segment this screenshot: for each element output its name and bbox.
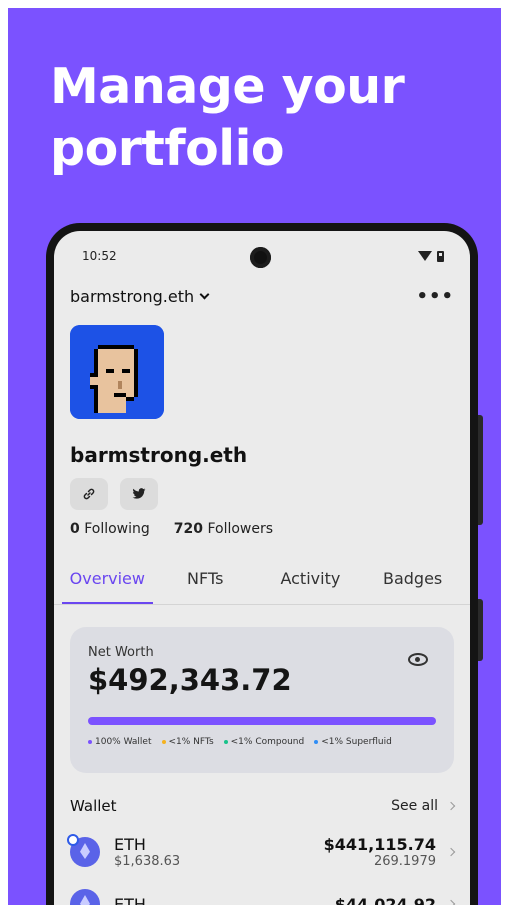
eye-icon[interactable]	[408, 653, 428, 666]
legend-compound: <1% Compound	[223, 737, 305, 747]
allocation-legend: 100% Wallet <1% NFTs <1% Compound <1% Su…	[88, 737, 446, 747]
profile-tabs: Overview NFTs Activity Badges	[54, 559, 470, 605]
status-icons	[418, 250, 444, 262]
account-switcher-label: barmstrong.eth	[70, 287, 195, 306]
asset-amounts: $441,115.74 269.1979	[324, 835, 436, 869]
legend-nfts: <1% NFTs	[161, 737, 214, 747]
legend-dot	[161, 740, 166, 744]
allocation-bar-wallet-fill	[88, 717, 436, 725]
twitter-icon	[132, 488, 146, 499]
asset-value: $441,115.74	[323, 835, 436, 854]
tab-badges[interactable]: Badges	[363, 559, 470, 604]
net-worth-value: $492,343.72	[88, 663, 292, 697]
account-switcher[interactable]: barmstrong.eth	[70, 287, 210, 306]
following-label: Following	[84, 521, 150, 537]
promo-background: Manage your portfolio 10:52 barmstrong.e…	[8, 8, 501, 905]
eth-icon	[70, 889, 100, 905]
following-count: 0	[70, 521, 80, 537]
legend-label: <1% NFTs	[168, 737, 214, 747]
net-worth-label: Net Worth	[88, 645, 154, 660]
wallet-header: Wallet See all	[70, 797, 456, 815]
asset-amounts: $44,024.92	[335, 895, 436, 905]
chevron-right-icon	[446, 801, 456, 811]
network-badge-icon	[67, 834, 79, 846]
chevron-right-icon	[446, 899, 456, 905]
list-item[interactable]: ETH $1,638.63 $441,115.74 269.1979	[67, 831, 456, 873]
followers-label: Followers	[207, 521, 274, 537]
legend-wallet: 100% Wallet	[88, 737, 152, 747]
status-time: 10:52	[82, 249, 117, 263]
wallet-title: Wallet	[70, 797, 117, 815]
avatar[interactable]	[70, 325, 164, 419]
volume-button	[478, 415, 483, 525]
phone-screen: 10:52 barmstrong.eth ••• barmstrong.eth …	[54, 231, 470, 905]
net-worth-card: Net Worth $492,343.72 100% Wallet <1% NF…	[70, 627, 454, 773]
account-header: barmstrong.eth •••	[70, 286, 454, 307]
legend-dot	[88, 740, 92, 744]
social-links	[70, 478, 158, 510]
headline-line-2: portfolio	[50, 120, 285, 177]
profile-display-name: barmstrong.eth	[70, 443, 248, 467]
battery-icon	[437, 250, 444, 262]
chevron-down-icon	[199, 289, 210, 300]
asset-value: $44,024.92	[334, 894, 436, 905]
follow-stats: 0 Following 720 Followers	[70, 521, 273, 537]
punk-avatar-icon	[70, 325, 164, 419]
followers-stat[interactable]: 720 Followers	[174, 521, 273, 537]
eth-icon	[67, 834, 100, 867]
headline: Manage your portfolio	[50, 56, 405, 180]
tab-activity[interactable]: Activity	[258, 559, 363, 604]
legend-label: 100% Wallet	[95, 737, 152, 747]
following-stat[interactable]: 0 Following	[70, 521, 150, 537]
allocation-bar	[88, 717, 436, 725]
phone-frame: 10:52 barmstrong.eth ••• barmstrong.eth …	[46, 223, 483, 905]
chevron-right-icon	[446, 847, 456, 857]
asset-price: $1,638.63	[114, 854, 181, 869]
see-all-link[interactable]: See all	[391, 798, 456, 814]
legend-label: <1% Superfluid	[321, 737, 392, 747]
asset-info: ETH $1,638.63	[114, 835, 324, 869]
list-item[interactable]: ETH $44,024.92	[70, 883, 456, 905]
power-button	[478, 599, 483, 661]
asset-quantity: 269.1979	[373, 854, 436, 869]
see-all-label: See all	[391, 798, 438, 814]
twitter-button[interactable]	[120, 478, 158, 510]
legend-dot	[314, 740, 319, 744]
status-bar: 10:52	[82, 247, 444, 265]
asset-info: ETH	[114, 895, 335, 905]
followers-count: 720	[173, 521, 204, 537]
link-button[interactable]	[70, 478, 108, 510]
wifi-icon	[418, 251, 432, 261]
more-options-icon[interactable]: •••	[416, 286, 454, 307]
asset-symbol: ETH	[114, 835, 146, 854]
legend-dot	[223, 740, 228, 744]
legend-superfluid: <1% Superfluid	[314, 737, 392, 747]
link-icon	[83, 488, 95, 500]
legend-label: <1% Compound	[230, 737, 305, 747]
headline-line-1: Manage your	[50, 58, 405, 115]
tab-overview[interactable]: Overview	[62, 559, 153, 604]
tab-nfts[interactable]: NFTs	[153, 559, 258, 604]
asset-symbol: ETH	[114, 894, 146, 905]
